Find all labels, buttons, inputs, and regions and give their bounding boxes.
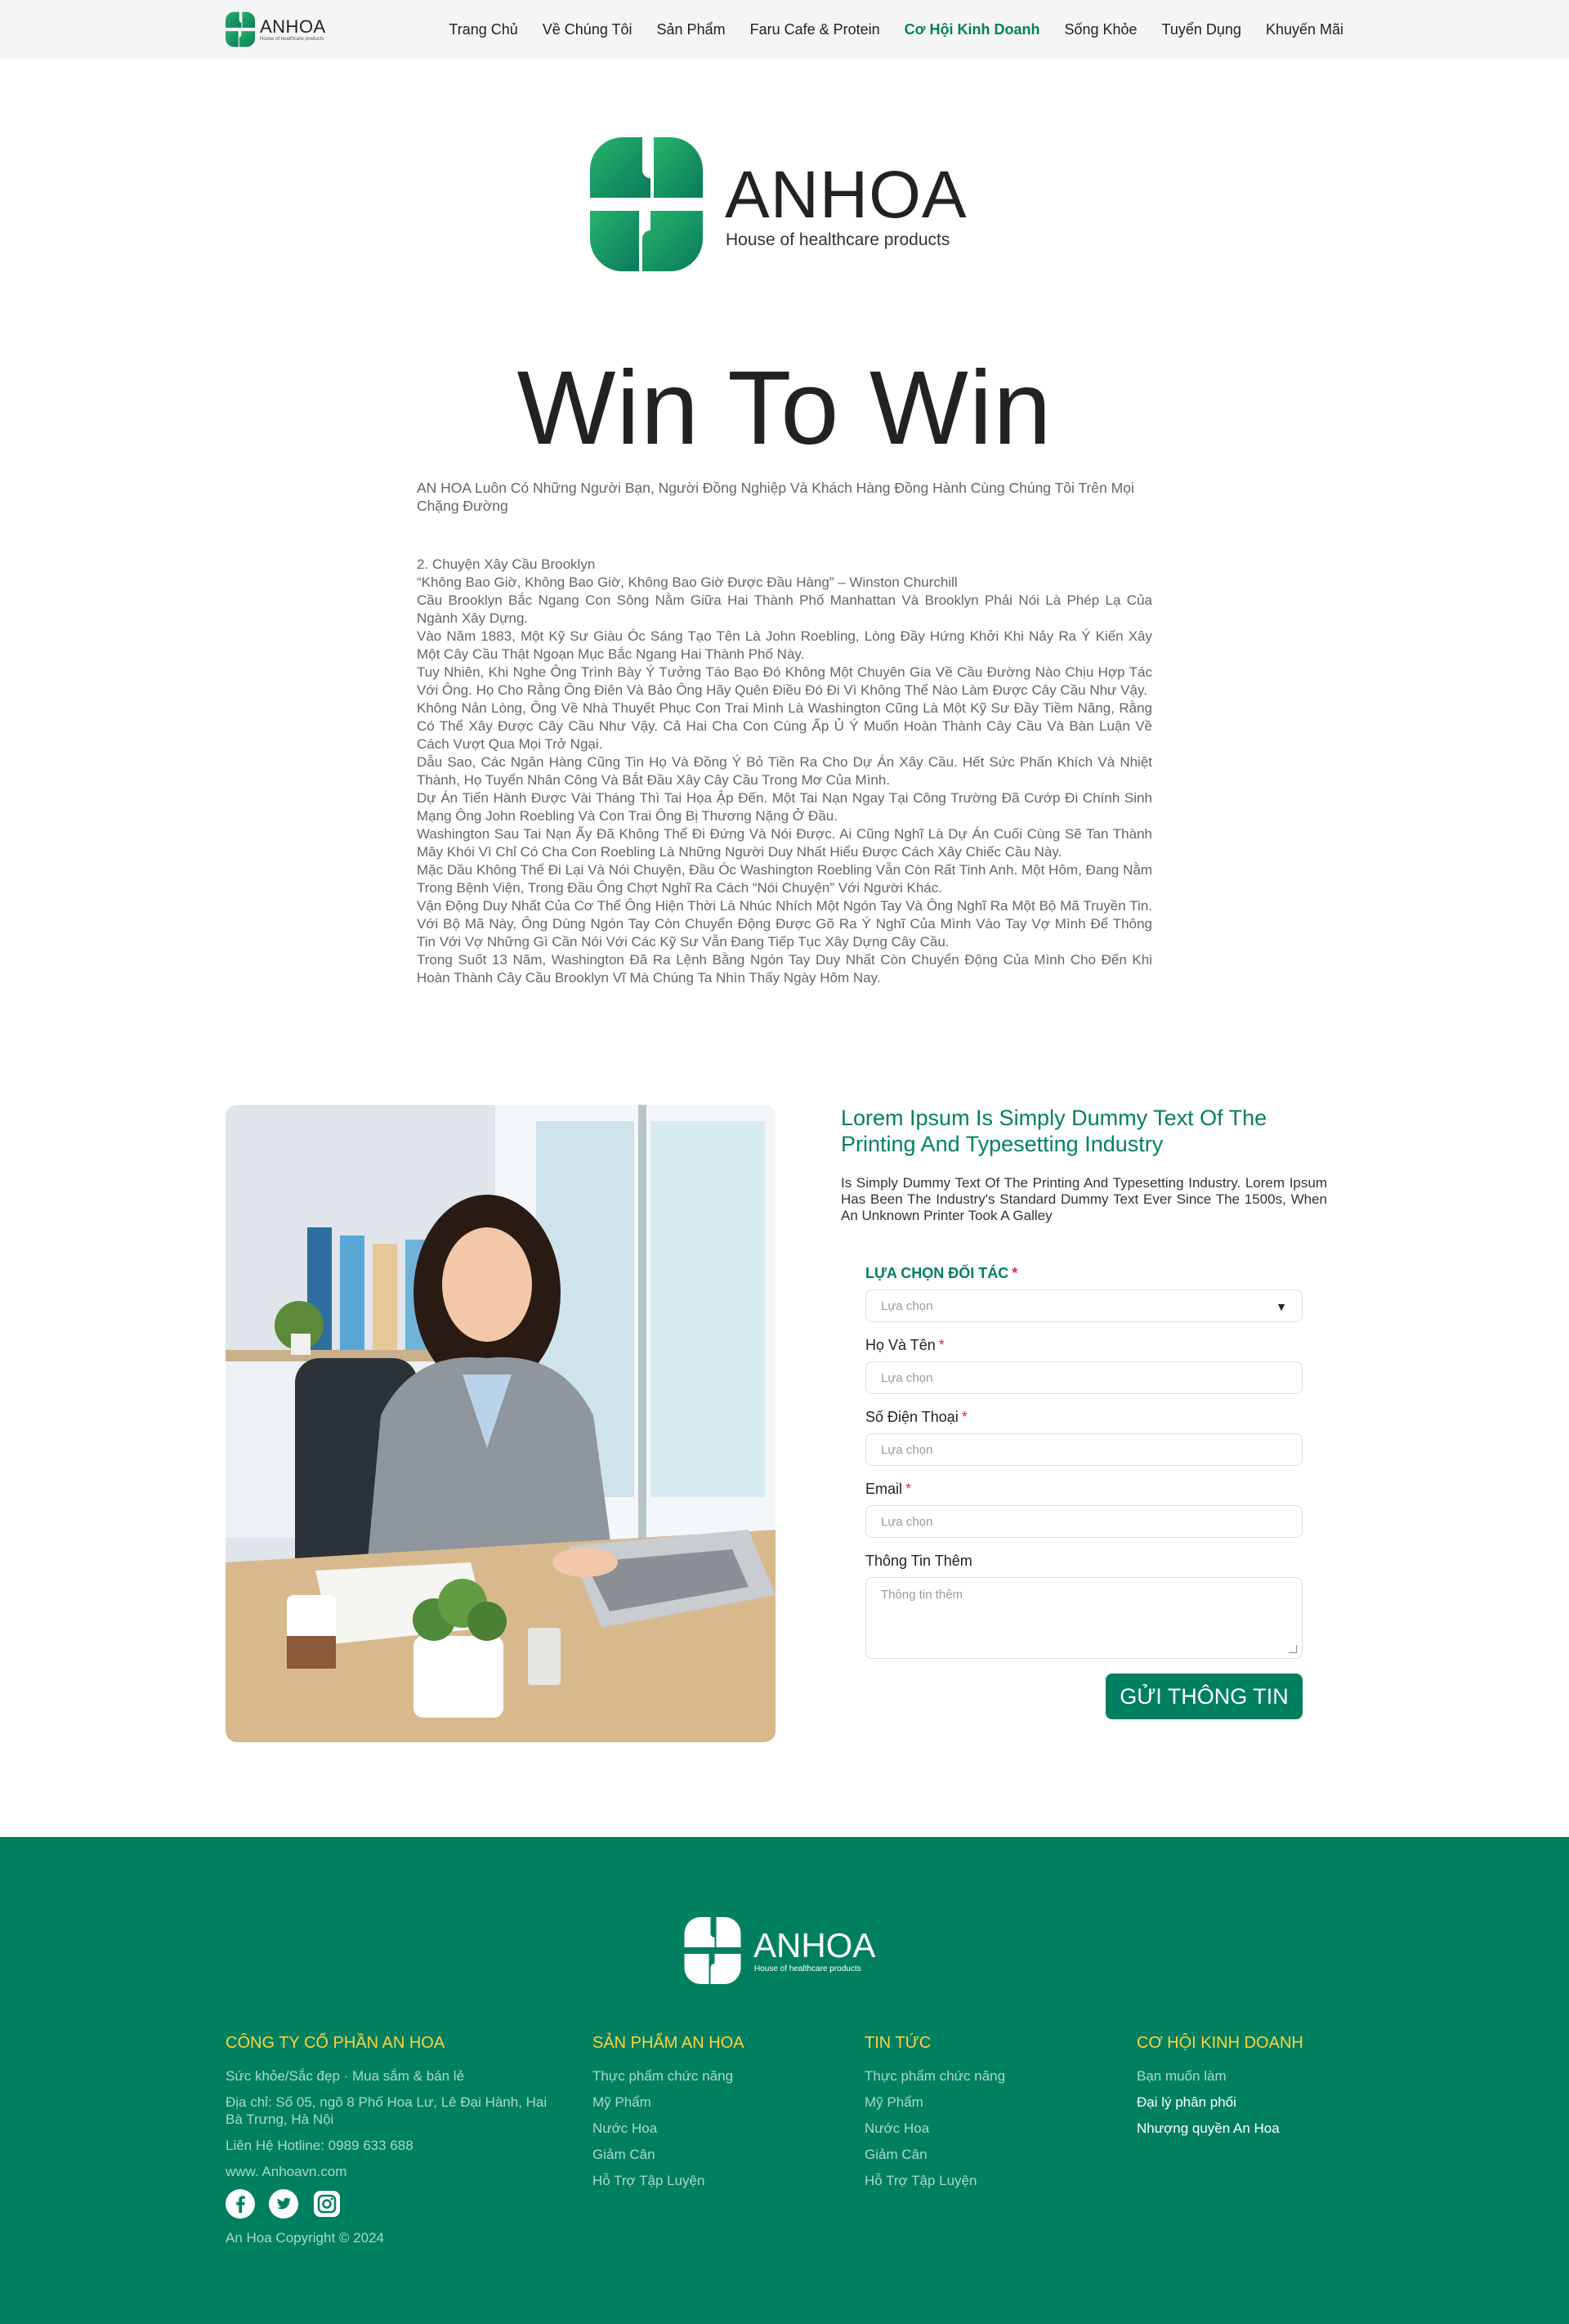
hero-brand-tagline: House of healthcare products: [726, 230, 950, 249]
email-input-placeholder: Lựa chọn: [881, 1514, 933, 1529]
dropdown-arrow-icon: ▼: [1276, 1300, 1287, 1313]
article-paragraph: “Không Bao Giờ, Không Bao Giờ, Không Bao…: [417, 574, 958, 590]
article-paragraph: 2. Chuyện Xây Cầu Brooklyn: [417, 556, 596, 572]
footer-products-link[interactable]: Mỹ Phẩm: [592, 2094, 821, 2111]
nav-item-4[interactable]: Cơ Hội Kinh Doanh: [905, 21, 1040, 38]
partner-form-section: Lorem Ipsum Is Simply Dummy Text Of The …: [841, 1105, 1327, 1719]
nav-item-6[interactable]: Tuyển Dụng: [1162, 21, 1241, 38]
article-paragraph: Vào Năm 1883, Một Kỹ Sư Giàu Óc Sáng Tạo…: [417, 628, 1152, 662]
facebook-icon[interactable]: [226, 2189, 255, 2219]
article-paragraph: Mặc Dầu Không Thể Đi Lại Và Nói Chuyện, …: [417, 862, 1152, 896]
nav-item-0[interactable]: Trang Chủ: [449, 21, 517, 38]
footer-business-link[interactable]: Nhượng quyền An Hoa: [1137, 2120, 1366, 2137]
name-input[interactable]: Lựa chọn: [865, 1361, 1303, 1394]
footer-company-heading: CÔNG TY CỔ PHẦN AN HOA: [226, 2034, 445, 2052]
footer-address: Địa chỉ: Số 05, ngõ 8 Phố Hoa Lư, Lê Đại…: [226, 2094, 548, 2127]
nav-brand-name: ANHOA: [260, 16, 326, 37]
nav-item-3[interactable]: Faru Cafe & Protein: [750, 21, 880, 38]
article-paragraph: Dự Án Tiến Hành Được Vài Tháng Thì Tai H…: [417, 790, 1152, 824]
anhoa-logo-mark-icon: [590, 137, 703, 271]
footer-brand-tagline: House of healthcare products: [754, 1964, 861, 1973]
footer-brand-name: ANHOA: [753, 1926, 876, 1964]
resize-handle-icon[interactable]: [1289, 1645, 1297, 1653]
article-paragraph: Không Nản Lòng, Ông Về Nhà Thuyết Phục C…: [417, 700, 1152, 752]
footer-news-link[interactable]: Nước Hoa: [865, 2120, 1093, 2137]
footer-logo[interactable]: ANHOA House of healthcare products: [684, 1917, 888, 1984]
footer-website[interactable]: www. Anhoavn.com: [226, 2163, 552, 2180]
nav-item-2[interactable]: Sản Phẩm: [657, 21, 726, 38]
footer-slogan: Sức khỏe/Sắc đẹp · Mua sắm & bán lẻ: [226, 2068, 465, 2084]
form-description: Is Simply Dummy Text Of The Printing And…: [841, 1175, 1327, 1223]
form-heading: Lorem Ipsum Is Simply Dummy Text Of The …: [841, 1106, 1267, 1156]
partner-form: LỰA CHỌN ĐỐI TÁC * Lựa chọn ▼ Họ Và Tên * …: [865, 1265, 1303, 1719]
article-paragraph: Tuy Nhiên, Khi Nghe Ông Trình Bày Ý Tưởn…: [417, 664, 1152, 698]
nav-item-5[interactable]: Sống Khỏe: [1064, 21, 1137, 38]
office-woman-photo: [226, 1105, 776, 1742]
footer-news-column: TIN TỨC Thực phẩm chức năng Mỹ Phẩm Nước H…: [865, 2033, 1093, 2198]
extra-info-textarea[interactable]: Thông tin thêm: [865, 1577, 1303, 1659]
extra-info-placeholder: Thông tin thêm: [881, 1588, 963, 1602]
footer-products-link[interactable]: Hỗ Trợ Tập Luyện: [592, 2172, 821, 2189]
article-paragraph: Washington Sau Tai Nạn Ấy Đã Không Thể Đ…: [417, 826, 1152, 860]
top-navbar: ANHOA House of healthcare products Trang…: [0, 0, 1569, 59]
partner-select-value: Lựa chọn: [881, 1298, 933, 1313]
footer-business-link[interactable]: Bạn muốn làm: [1137, 2067, 1366, 2085]
anhoa-logo-mark-icon: [226, 11, 255, 47]
partner-select[interactable]: Lựa chọn ▼: [865, 1289, 1303, 1322]
footer-news-heading: TIN TỨC: [865, 2034, 932, 2052]
article-paragraph: Cầu Brooklyn Bắc Ngang Con Sông Nằm Giữa…: [417, 592, 1152, 626]
hero-logo: ANHOA House of healthcare products: [590, 137, 982, 271]
footer-news-link[interactable]: Hỗ Trợ Tập Luyện: [865, 2172, 1093, 2189]
footer-products-link[interactable]: Nước Hoa: [592, 2120, 821, 2137]
footer-products-heading: SẢN PHẨM AN HOA: [592, 2034, 744, 2052]
footer-company-column: CÔNG TY CỔ PHẦN AN HOA Sức khỏe/Sắc đẹp …: [226, 2033, 552, 2246]
article-paragraph: Vận Động Duy Nhất Của Cơ Thể Ông Hiện Th…: [417, 898, 1152, 950]
nav-item-7[interactable]: Khuyến Mãi: [1266, 21, 1343, 38]
partner-label: LỰA CHỌN ĐỐI TÁC *: [865, 1265, 1018, 1281]
name-label: Họ Và Tên *: [865, 1337, 945, 1353]
nav-brand-tagline: House of healthcare products: [260, 36, 324, 42]
nav-logo[interactable]: ANHOA House of healthcare products: [226, 11, 326, 47]
footer-products-link[interactable]: Giảm Cân: [592, 2146, 821, 2163]
submit-button[interactable]: GỬI THÔNG TIN: [1106, 1674, 1303, 1719]
extra-info-label: Thông Tin Thêm: [865, 1553, 972, 1569]
twitter-icon[interactable]: [269, 2189, 298, 2219]
footer-products-link[interactable]: Thực phẩm chức năng: [592, 2067, 821, 2085]
article-body: 2. Chuyện Xây Cầu Brooklyn “Không Bao Giờ…: [417, 556, 1152, 987]
hero-brand-name: ANHOA: [725, 158, 968, 232]
footer-copyright: An Hoa Copyright © 2024: [226, 2230, 384, 2246]
social-links: [226, 2189, 552, 2219]
footer: ANHOA House of healthcare products CÔNG …: [0, 1837, 1569, 2324]
anhoa-logo-mark-icon: [684, 1917, 741, 1984]
email-input[interactable]: Lựa chọn: [865, 1505, 1303, 1538]
main-menu: Trang Chủ Về Chúng Tôi Sản Phẩm Faru Cafe &…: [449, 0, 1343, 59]
article-paragraph: Dẫu Sao, Các Ngân Hàng Cũng Tin Họ Và Đồ…: [417, 754, 1152, 788]
page-intro: AN HOA Luôn Có Những Người Bạn, Người Đồ…: [417, 480, 1134, 514]
footer-hotline[interactable]: Liên Hệ Hotline: 0989 633 688: [226, 2137, 552, 2154]
footer-news-link[interactable]: Mỹ Phẩm: [865, 2094, 1093, 2111]
nav-item-1[interactable]: Về Chúng Tôi: [543, 21, 633, 38]
email-label: Email *: [865, 1481, 912, 1497]
article-paragraph: Trong Suốt 13 Năm, Washington Đã Ra Lệnh…: [417, 952, 1152, 985]
footer-products-column: SẢN PHẨM AN HOA Thực phẩm chức năng Mỹ Ph…: [592, 2033, 821, 2198]
instagram-icon[interactable]: [312, 2189, 342, 2219]
phone-input-placeholder: Lựa chọn: [881, 1442, 933, 1457]
name-input-placeholder: Lựa chọn: [881, 1370, 933, 1385]
footer-business-heading: CƠ HỘI KINH DOANH: [1137, 2034, 1303, 2052]
footer-business-link[interactable]: Đại lý phân phối: [1137, 2094, 1366, 2111]
phone-label: Số Điện Thoại *: [865, 1409, 968, 1425]
footer-news-link[interactable]: Thực phẩm chức năng: [865, 2067, 1093, 2085]
footer-news-link[interactable]: Giảm Cân: [865, 2146, 1093, 2163]
phone-input[interactable]: Lựa chọn: [865, 1433, 1303, 1466]
footer-business-column: CƠ HỘI KINH DOANH Bạn muốn làm Đại lý phâ…: [1137, 2033, 1366, 2146]
page-title: Win To Win: [516, 350, 1053, 467]
